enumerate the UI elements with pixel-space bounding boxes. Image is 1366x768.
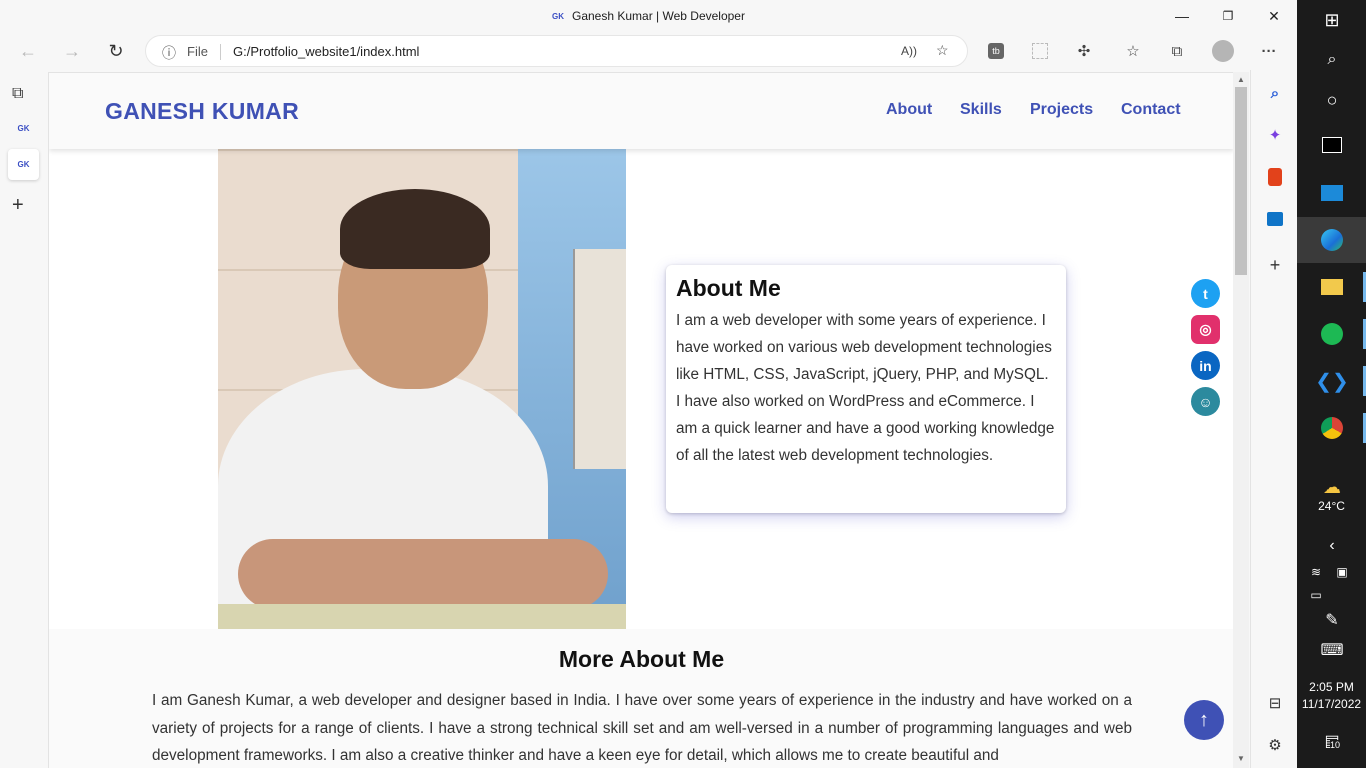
meet-now-icon[interactable]: ▣ xyxy=(1329,559,1355,585)
extension-grid-icon[interactable] xyxy=(1028,39,1052,63)
nav-link-skills[interactable]: Skills xyxy=(960,101,1002,119)
windows-start-icon[interactable]: ⊞ xyxy=(1319,7,1345,33)
vertical-tab-bar: ⧉ GK GK + xyxy=(0,70,47,768)
clock-time[interactable]: 2:05 PM xyxy=(1297,680,1366,694)
weather-icon[interactable]: ☁ xyxy=(1319,474,1345,500)
edge-sidebar: ⌕ ✦ + ⊟ ⚙ xyxy=(1250,70,1297,768)
browser-toolbar: ← → ↻ ⓘ File G:/Protfolio_website1/index… xyxy=(0,32,1297,70)
windows-taskbar: ⊞ ⌕ ○ ❮❯ ☁ 24°C ‹ ≋ ▣ ▭ ✎ ⌨ 2:05 PM 11/1… xyxy=(1297,0,1366,768)
more-icon[interactable]: ··· xyxy=(1257,39,1281,63)
terminal-icon[interactable] xyxy=(1319,132,1345,158)
tab-actions-icon[interactable]: ⧉ xyxy=(12,85,23,103)
nav-link-contact[interactable]: Contact xyxy=(1121,101,1181,119)
show-hidden-icons-icon[interactable]: ‹ xyxy=(1319,533,1345,559)
forward-button[interactable]: → xyxy=(57,36,87,66)
tab-item-active[interactable]: GK xyxy=(8,149,39,180)
refresh-button[interactable]: ↻ xyxy=(101,36,131,66)
nav-link-about[interactable]: About xyxy=(886,101,932,119)
info-icon[interactable]: ⓘ xyxy=(162,43,176,63)
about-card: About Me I am a web developer with some … xyxy=(666,265,1066,513)
add-sidebar-app-icon[interactable]: + xyxy=(1264,254,1286,276)
scroll-thumb[interactable] xyxy=(1235,87,1247,275)
profile-icon[interactable] xyxy=(1212,40,1234,62)
discover-icon[interactable]: ✦ xyxy=(1264,124,1286,146)
clock-date[interactable]: 11/17/2022 xyxy=(1297,697,1366,711)
scheme-label: File xyxy=(187,44,208,59)
favorites-icon[interactable]: ☆ xyxy=(1121,39,1145,63)
address-divider xyxy=(220,44,221,60)
sidebar-settings-icon[interactable]: ⚙ xyxy=(1264,734,1286,756)
notification-count-badge: 10 xyxy=(1330,740,1341,750)
window-title: GK Ganesh Kumar | Web Developer xyxy=(0,9,1297,23)
spotify-icon[interactable] xyxy=(1319,321,1345,347)
minimize-button[interactable]: — xyxy=(1159,0,1205,32)
close-button[interactable]: ✕ xyxy=(1251,0,1297,32)
tab-item[interactable]: GK xyxy=(8,113,39,144)
linkedin-icon[interactable]: in xyxy=(1191,351,1220,380)
about-text: I am a web developer with some years of … xyxy=(676,312,1055,464)
about-title: About Me xyxy=(676,275,781,301)
page-viewport: GANESH KUMAR About Skills Projects Conta… xyxy=(48,72,1233,768)
favorite-add-icon[interactable]: ☆ xyxy=(936,42,949,59)
page-scrollbar[interactable]: ▲ ▼ xyxy=(1233,72,1249,768)
extension-tb-icon[interactable]: tb xyxy=(984,39,1008,63)
collections-icon[interactable]: ⧉ xyxy=(1165,39,1189,63)
back-to-top-button[interactable]: ↑ xyxy=(1184,700,1224,740)
nav-link-projects[interactable]: Projects xyxy=(1030,101,1093,119)
scroll-down-icon[interactable]: ▼ xyxy=(1237,754,1245,763)
more-about-title: More About Me xyxy=(558,646,725,672)
file-explorer-icon[interactable] xyxy=(1319,274,1345,300)
keyboard-icon[interactable]: ⌨ xyxy=(1319,637,1345,663)
site-header: GANESH KUMAR About Skills Projects Conta… xyxy=(49,73,1233,149)
taskbar-search-icon[interactable]: ⌕ xyxy=(1319,47,1345,73)
outlook-icon[interactable] xyxy=(1264,208,1286,230)
cortana-icon[interactable]: ○ xyxy=(1319,87,1345,113)
maximize-button[interactable]: ❐ xyxy=(1205,0,1251,32)
site-favicon-icon: GK xyxy=(552,12,564,21)
scroll-up-icon[interactable]: ▲ xyxy=(1237,75,1245,84)
site-brand[interactable]: GANESH KUMAR xyxy=(105,98,299,125)
twitter-icon[interactable]: t xyxy=(1191,279,1220,308)
new-tab-icon[interactable]: + xyxy=(12,194,24,217)
mail-icon[interactable] xyxy=(1319,180,1345,206)
address-bar[interactable]: ⓘ File G:/Protfolio_website1/index.html … xyxy=(145,35,968,67)
back-button[interactable]: ← xyxy=(13,36,43,66)
instagram-icon[interactable]: ◎ xyxy=(1191,315,1220,344)
url-text[interactable]: G:/Protfolio_website1/index.html xyxy=(233,44,419,59)
profile-photo xyxy=(218,149,626,629)
weather-temp[interactable]: 24°C xyxy=(1297,499,1366,513)
browser-title-bar: GK Ganesh Kumar | Web Developer — ❐ ✕ xyxy=(0,0,1297,32)
vscode-icon[interactable]: ❮❯ xyxy=(1315,368,1349,394)
window-title-label: Ganesh Kumar | Web Developer xyxy=(572,9,745,23)
search-icon[interactable]: ⌕ xyxy=(1264,82,1286,104)
extensions-icon[interactable]: ✣ xyxy=(1072,39,1096,63)
edge-browser-icon[interactable] xyxy=(1319,227,1345,253)
screen: GK Ganesh Kumar | Web Developer — ❐ ✕ ← →… xyxy=(0,0,1366,768)
more-about-text: I am Ganesh Kumar, a web developer and d… xyxy=(152,692,1132,764)
pen-icon[interactable]: ✎ xyxy=(1319,607,1345,633)
office-icon[interactable] xyxy=(1264,166,1286,188)
chrome-icon[interactable] xyxy=(1319,415,1345,441)
hide-sidebar-icon[interactable]: ⊟ xyxy=(1264,692,1286,714)
read-aloud-icon[interactable]: A)) xyxy=(901,44,917,58)
battery-icon[interactable]: ▭ xyxy=(1303,582,1329,608)
more-about-section: More About Me I am Ganesh Kumar, a web d… xyxy=(49,629,1233,768)
github-icon[interactable]: ☺ xyxy=(1191,387,1220,416)
